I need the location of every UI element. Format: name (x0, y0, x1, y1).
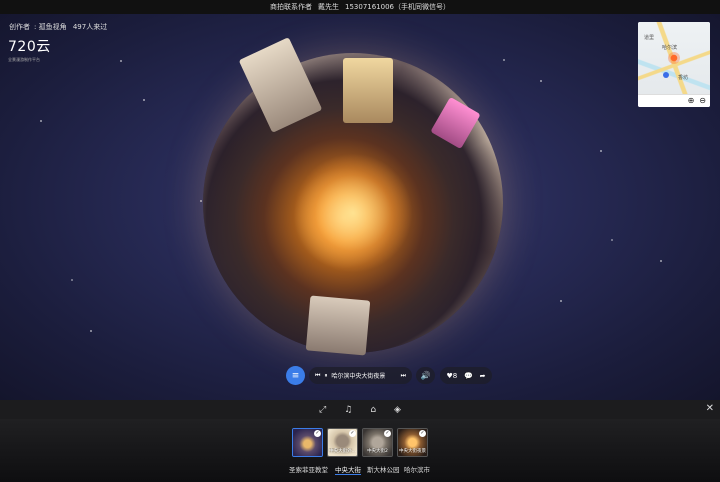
logo-text: 720云 (8, 39, 51, 55)
author-prefix: 创作者 (9, 23, 30, 31)
gyroscope-icon[interactable]: ◈ (394, 405, 401, 415)
logo[interactable]: 720云 全景漫游制作平台 (8, 36, 51, 63)
city-lights (293, 153, 413, 273)
location-pin-icon (668, 52, 680, 64)
map-city-label: 哈尔滨 (662, 45, 678, 51)
like-button[interactable]: ♥8 (446, 372, 457, 380)
share-icon[interactable]: ➦ (480, 372, 486, 380)
close-icon[interactable]: ✕ (706, 403, 714, 414)
vr-icon[interactable]: ⌂ (370, 405, 376, 415)
track-title: 哈尔滨中央大街夜景 (331, 373, 386, 380)
logo-subtitle: 全景漫游制作平台 (8, 57, 40, 62)
tower-left (238, 37, 323, 133)
music-icon[interactable]: ♫ (344, 405, 352, 415)
scene-thumb-3[interactable]: ✓ 中央大街夜景 (397, 428, 428, 457)
scene-label-2[interactable]: 斯大林公园 (367, 464, 400, 474)
contact-name: 戴先生 (318, 3, 339, 11)
scene-thumb-0[interactable]: ✓ (292, 428, 323, 457)
contact-label: 商拍联系作者 (270, 3, 312, 11)
scene-strip: ✓ ✓ 中央大街外... ✓ 中央大街2 ✓ 中央大街夜景 圣索菲亚教堂 中央大… (0, 419, 720, 482)
check-icon: ✓ (384, 430, 391, 437)
scene-thumb-caption: 中央大街夜景 (399, 449, 426, 454)
author-info: 创作者: 孤鱼视角 497人来过 (9, 23, 108, 31)
tiny-planet-image (203, 37, 503, 356)
contact-phone[interactable]: 15307161006（手机同微信号） (345, 2, 450, 12)
author-name[interactable]: 孤鱼视角 (39, 23, 67, 31)
scene-thumb-caption: 中央大街2 (367, 449, 388, 454)
visit-count: 497人来过 (72, 23, 108, 31)
bottom-toolbar: ⤢ ♫ ⌂ ◈ ✕ (0, 400, 720, 419)
volume-button[interactable]: 🔊 (416, 367, 435, 384)
comment-icon[interactable]: 💬 (464, 372, 473, 380)
speaker-icon: 🔊 (420, 371, 431, 380)
current-position-icon (663, 72, 669, 78)
scene-thumb-2[interactable]: ✓ 中央大街2 (362, 428, 393, 457)
next-track-icon[interactable]: ⏭ (401, 372, 406, 380)
tower-pink (430, 96, 481, 150)
prev-track-icon[interactable]: ⏮ (315, 372, 320, 380)
scene-label-0[interactable]: 圣索菲亚教堂 (289, 464, 328, 474)
scene-label-3[interactable]: 哈尔滨市 (404, 464, 430, 474)
audio-player: ⏮ ⏸ 哈尔滨中央大街夜景 ⏭ (309, 367, 412, 384)
fullscreen-icon[interactable]: ⤢ (319, 405, 326, 415)
map-district-label-2: 香坊 (678, 75, 689, 81)
zoom-in-icon[interactable]: ⊕ (688, 97, 695, 105)
tower-bottom (305, 295, 371, 356)
scene-thumb-1[interactable]: ✓ 中央大街外... (327, 428, 358, 457)
map-zoom-bar: ⊕ ⊖ (638, 94, 710, 107)
list-icon: ≡ (291, 370, 300, 381)
scene-thumb-caption: 中央大街外... (329, 449, 356, 454)
tower-top (343, 58, 393, 123)
check-icon: ✓ (349, 430, 356, 437)
map-district-label-1: 道里 (644, 35, 655, 41)
contact-bar: 商拍联系作者 戴先生 15307161006（手机同微信号） (0, 0, 720, 14)
pause-icon[interactable]: ⏸ (324, 372, 327, 380)
scene-label-1[interactable]: 中央大街 (335, 464, 361, 475)
panorama-view[interactable] (0, 0, 720, 400)
scene-list-button[interactable]: ≡ (286, 366, 305, 385)
check-icon: ✓ (419, 430, 426, 437)
like-count: 8 (452, 371, 458, 380)
check-icon: ✓ (314, 430, 321, 437)
minimap[interactable]: 哈尔滨 道里 香坊 ⊕ ⊖ (638, 22, 710, 107)
zoom-out-icon[interactable]: ⊖ (699, 97, 706, 105)
social-actions: ♥8 💬 ➦ (440, 367, 492, 384)
